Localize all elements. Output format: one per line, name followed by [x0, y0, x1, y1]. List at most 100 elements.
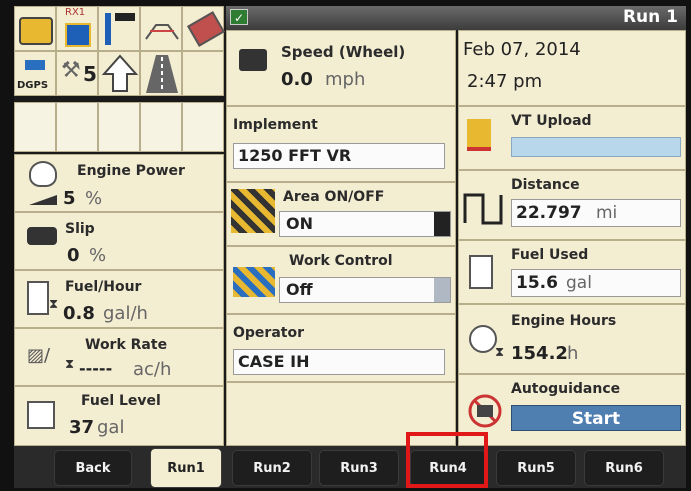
sections-button[interactable]	[140, 6, 182, 51]
implement-icon	[105, 13, 111, 45]
area-rate-icon: ▨/	[27, 345, 51, 366]
engine-hours-cell[interactable]: Engine Hours ⧗ 154.2 h	[458, 304, 686, 374]
operator-field[interactable]: CASE IH	[233, 349, 445, 375]
operator-label: Operator	[233, 325, 304, 341]
blank-button-row	[14, 102, 224, 152]
run-title: Run 1	[622, 7, 678, 27]
fuel-hour-unit: gal/h	[103, 303, 148, 324]
highlight-box	[406, 432, 488, 488]
header-bar: ✓ Run 1	[226, 6, 686, 30]
empty-toolbar-slot[interactable]	[182, 51, 224, 96]
blank-button[interactable]	[140, 102, 182, 152]
satellite-icon	[25, 60, 45, 70]
engine-icon	[29, 161, 57, 187]
distance-unit: mi	[596, 203, 618, 223]
fuel-pump-icon	[27, 281, 49, 315]
area-label: Area ON/OFF	[283, 189, 385, 205]
implement-status-button[interactable]	[98, 6, 140, 51]
book-icon	[187, 11, 225, 47]
upload-icon	[467, 119, 491, 151]
guidance-direction-button[interactable]	[98, 51, 140, 96]
autoguidance-start-button[interactable]: Start	[511, 405, 681, 431]
guidance-lines-button[interactable]	[140, 51, 182, 96]
area-cell[interactable]: Area ON/OFF ON	[226, 182, 456, 246]
boom-sections-icon	[145, 24, 179, 40]
work-rate-value: -----	[79, 359, 113, 378]
work-control-label: Work Control	[289, 253, 393, 269]
fuel-used-value: 15.6	[516, 273, 558, 293]
dgps-label: DGPS	[17, 80, 49, 91]
engine-power-cell[interactable]: Engine Power 5 %	[14, 154, 224, 212]
implement-cell[interactable]: Implement 1250 FFT VR	[226, 106, 456, 182]
satellite-count-button[interactable]: ⚒ 5	[56, 51, 98, 96]
hourglass-icon: ⧗	[65, 357, 75, 372]
slip-label: Slip	[65, 221, 95, 237]
distance-cell[interactable]: Distance 22.797 mi	[458, 170, 686, 240]
work-control-icon	[233, 267, 275, 297]
hourglass-icon: ⧗	[49, 297, 59, 312]
fuel-used-unit: gal	[566, 273, 592, 293]
tab-run1[interactable]: Run1	[150, 448, 222, 488]
vt-upload-cell[interactable]: VT Upload	[458, 106, 686, 170]
edit-icon[interactable]: ✓	[230, 9, 248, 25]
fuel-used-cell[interactable]: Fuel Used 15.6 gal	[458, 240, 686, 304]
back-button[interactable]: Back	[54, 450, 132, 486]
fuel-level-value: 37	[69, 417, 95, 438]
engine-power-label: Engine Power	[77, 163, 185, 179]
prescription-button[interactable]: RX1	[56, 6, 98, 51]
speed-cell[interactable]: Speed (Wheel) 0.0 mph	[226, 30, 456, 106]
dropdown-arrow-icon	[434, 212, 450, 236]
monitor-icon	[19, 17, 53, 45]
tab-run5[interactable]: Run5	[496, 450, 576, 486]
rx-label: RX1	[65, 7, 86, 18]
fuel-hour-value: 0.8	[63, 303, 95, 324]
fuel-pump-icon	[469, 255, 493, 289]
work-control-value: Off	[286, 280, 313, 299]
work-rate-cell[interactable]: ▨/ Work Rate ⧗ ----- ac/h	[14, 328, 224, 386]
implement-value: 1250 FFT VR	[238, 146, 352, 165]
area-value: ON	[286, 214, 313, 233]
vt-upload-label: VT Upload	[511, 113, 592, 129]
monitor-screen: ✓ Run 1 RX1 DGPS ⚒ 5 Engine Power 5 % Sl…	[14, 6, 686, 488]
right-column: Feb 07, 2014 2:47 pm VT Upload Distance …	[458, 30, 686, 446]
work-control-cell[interactable]: Work Control Off	[226, 246, 456, 314]
fuel-hour-cell[interactable]: Fuel/Hour ⧗ 0.8 gal/h	[14, 270, 224, 328]
fuel-hour-label: Fuel/Hour	[65, 279, 142, 295]
tab-run2[interactable]: Run2	[232, 450, 312, 486]
distance-field: 22.797 mi	[511, 199, 681, 227]
vt-upload-progress	[511, 137, 681, 157]
display-menu-button[interactable]	[14, 6, 56, 51]
distance-icon	[463, 193, 503, 225]
fuel-tank-icon	[27, 401, 55, 429]
blank-button[interactable]	[14, 102, 56, 152]
slip-unit: %	[89, 245, 107, 266]
wrench-icon: ⚒	[61, 58, 81, 83]
operator-cell[interactable]: Operator CASE IH	[226, 314, 456, 382]
engine-hours-label: Engine Hours	[511, 313, 617, 329]
slip-cell[interactable]: Slip 0 %	[14, 212, 224, 270]
engine-power-unit: %	[85, 188, 103, 209]
engine-power-value: 5	[63, 188, 76, 209]
area-dropdown[interactable]: ON	[279, 211, 451, 237]
distance-value: 22.797	[516, 203, 582, 223]
work-control-dropdown[interactable]: Off	[279, 277, 451, 303]
autoguidance-disabled-icon	[468, 394, 502, 428]
blank-button[interactable]	[98, 102, 140, 152]
satellite-count: 5	[83, 62, 97, 86]
blank-button[interactable]	[182, 102, 224, 152]
implement-field[interactable]: 1250 FFT VR	[233, 143, 445, 169]
notes-button[interactable]	[182, 6, 225, 51]
row-units-icon	[115, 13, 135, 21]
blank-button[interactable]	[56, 102, 98, 152]
work-rate-label: Work Rate	[85, 337, 168, 353]
speed-unit: mph	[325, 69, 366, 90]
engine-hours-value: 154.2	[511, 343, 568, 364]
gps-status-button[interactable]: DGPS	[14, 51, 56, 96]
fuel-level-cell[interactable]: Fuel Level 37 gal	[14, 386, 224, 446]
date-value: Feb 07, 2014	[463, 39, 581, 60]
work-rate-unit: ac/h	[133, 359, 172, 380]
distance-label: Distance	[511, 177, 580, 193]
speed-label: Speed (Wheel)	[281, 43, 406, 61]
tab-run6[interactable]: Run6	[584, 450, 664, 486]
tab-run3[interactable]: Run3	[319, 450, 399, 486]
